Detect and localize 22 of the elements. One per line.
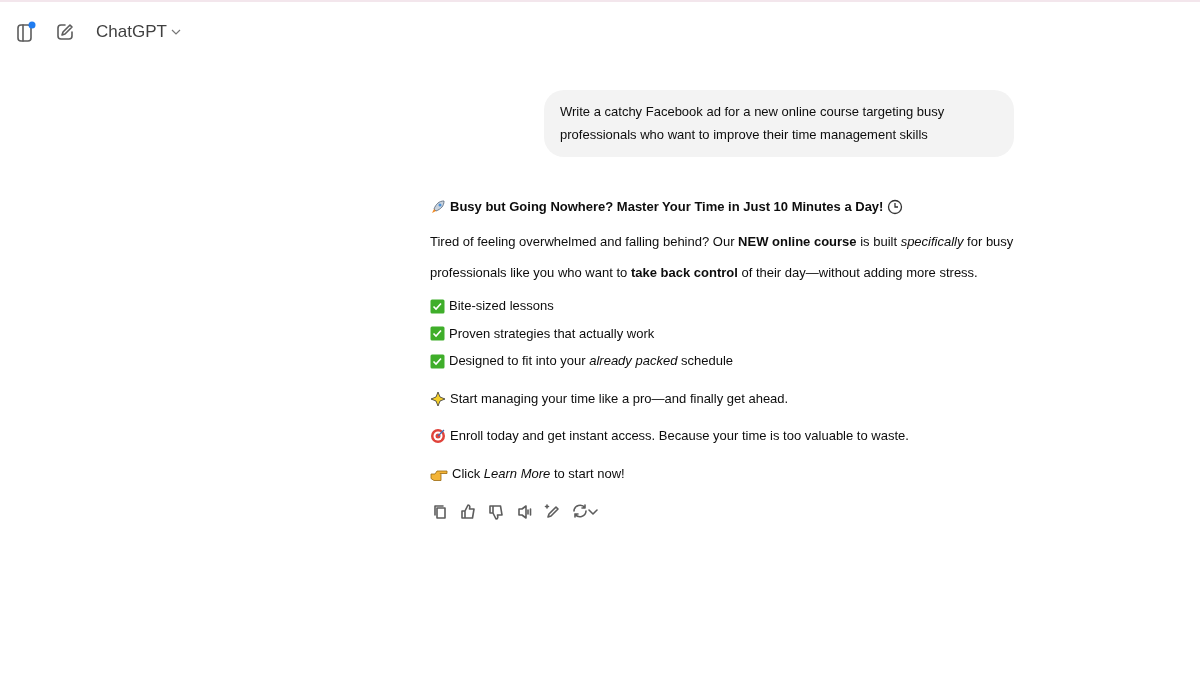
ad-intro-paragraph: Tired of feeling overwhelmed and falling behind? Our NEW online course is built specifically for busy professionals like you who want to take back control of their day—without adding more stress. — [430, 233, 1015, 283]
check-box-icon — [430, 326, 445, 342]
checklist-item: Designed to fit into your already packed schedule — [449, 352, 734, 371]
checklist-item: Bite-sized lessons — [449, 297, 554, 316]
checklist-item: Proven strategies that actually work — [449, 324, 655, 343]
ad-headline: Busy but Going Nowhere? Master Your Time in Just 10 Minutes a Day! — [450, 197, 884, 216]
target-icon — [430, 428, 446, 445]
refresh-icon — [572, 503, 588, 521]
new-chat-button[interactable] — [54, 21, 76, 43]
chevron-down-icon — [170, 28, 181, 36]
ad-line: Enroll today and get instant access. Because your time is too valuable to waste. — [450, 427, 909, 446]
check-box-icon — [430, 353, 445, 369]
rocket-icon — [430, 198, 446, 215]
sparkle-icon — [430, 390, 446, 407]
chevron-down-icon — [588, 507, 598, 516]
model-selector[interactable]: ChatGPT — [92, 19, 185, 45]
user-message: Write a catchy Facebook ad for a new online course targeting busy professionals who want to improve their time management skills — [544, 90, 1014, 157]
ad-line: Start managing your time like a pro—and finally get ahead. — [450, 389, 789, 408]
ad-line: Click Learn More to start now! — [452, 464, 625, 483]
clock-icon — [887, 198, 904, 215]
check-box-icon — [430, 298, 445, 314]
sidebar-toggle-button[interactable] — [14, 19, 38, 45]
